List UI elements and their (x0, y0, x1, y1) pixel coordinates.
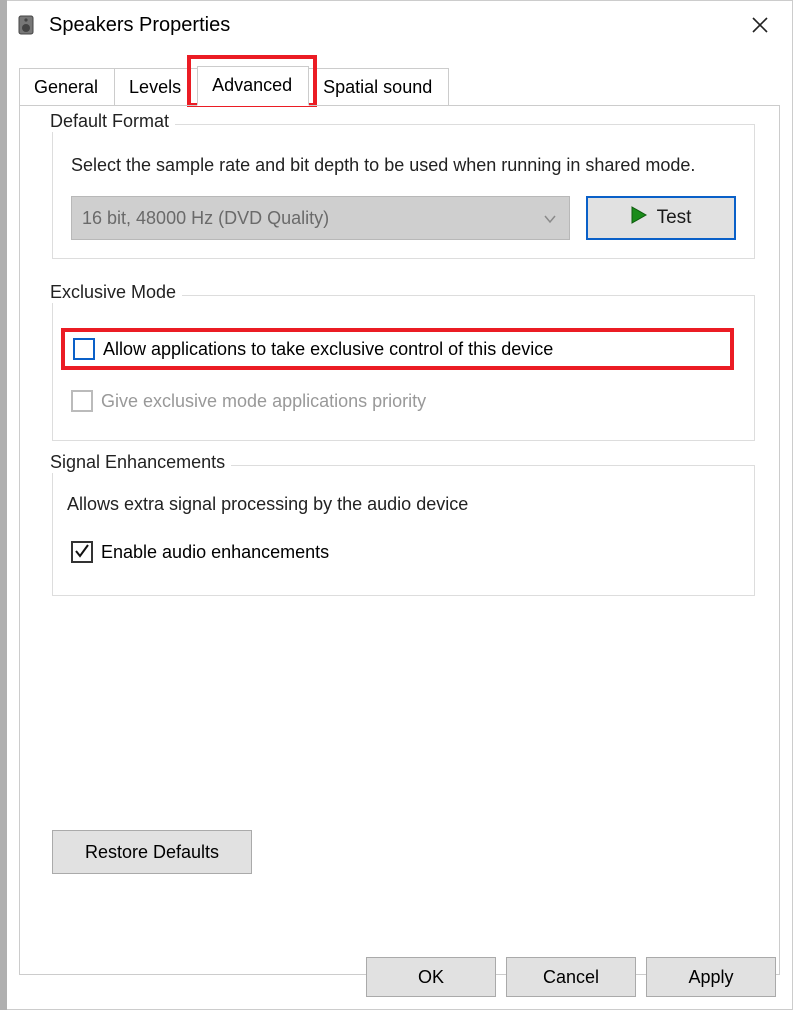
window-title: Speakers Properties (49, 14, 740, 37)
apply-label: Apply (688, 967, 733, 988)
restore-defaults-label: Restore Defaults (85, 842, 219, 863)
tab-advanced[interactable]: Advanced (197, 66, 309, 106)
checkbox-enable-enhancements[interactable] (71, 541, 93, 563)
close-icon (752, 17, 768, 33)
speaker-icon (15, 13, 39, 37)
label-allow-exclusive: Allow applications to take exclusive con… (103, 339, 553, 360)
cancel-label: Cancel (543, 967, 599, 988)
checkbox-allow-exclusive[interactable] (73, 338, 95, 360)
ok-button[interactable]: OK (366, 957, 496, 997)
group-exclusive-mode: Exclusive Mode Allow applications to tak… (52, 295, 755, 441)
group-title-signal-enhancements: Signal Enhancements (48, 452, 231, 473)
test-button-label: Test (657, 207, 692, 229)
check-icon (74, 543, 90, 562)
dialog-window: Speakers Properties General Levels Advan… (7, 0, 793, 1010)
test-button[interactable]: Test (586, 196, 736, 240)
sample-rate-value: 16 bit, 48000 Hz (DVD Quality) (82, 208, 329, 229)
titlebar: Speakers Properties (7, 1, 792, 49)
label-enable-enhancements: Enable audio enhancements (101, 542, 329, 563)
tab-levels[interactable]: Levels (114, 68, 198, 106)
label-exclusive-priority: Give exclusive mode applications priorit… (101, 391, 426, 412)
tab-general[interactable]: General (19, 68, 115, 106)
tab-spatial[interactable]: Spatial sound (308, 68, 449, 106)
default-format-desc: Select the sample rate and bit depth to … (71, 153, 736, 178)
dialog-button-row: OK Cancel Apply (366, 957, 776, 997)
sample-rate-dropdown[interactable]: 16 bit, 48000 Hz (DVD Quality) (71, 196, 570, 240)
play-icon (631, 206, 647, 230)
chevron-down-icon (543, 208, 557, 229)
signal-enhancements-desc: Allows extra signal processing by the au… (67, 492, 740, 517)
cancel-button[interactable]: Cancel (506, 957, 636, 997)
restore-defaults-button[interactable]: Restore Defaults (52, 830, 252, 874)
close-button[interactable] (740, 7, 780, 43)
group-default-format: Default Format Select the sample rate an… (52, 124, 755, 259)
ok-label: OK (418, 967, 444, 988)
group-title-default-format: Default Format (48, 111, 175, 132)
tab-panel-advanced: Default Format Select the sample rate an… (19, 105, 780, 975)
group-title-exclusive-mode: Exclusive Mode (48, 282, 182, 303)
highlight-allow-exclusive: Allow applications to take exclusive con… (61, 328, 734, 370)
checkbox-exclusive-priority (71, 390, 93, 412)
apply-button[interactable]: Apply (646, 957, 776, 997)
tabstrip: General Levels Advanced Spatial sound (19, 61, 784, 105)
group-signal-enhancements: Signal Enhancements Allows extra signal … (52, 465, 755, 596)
